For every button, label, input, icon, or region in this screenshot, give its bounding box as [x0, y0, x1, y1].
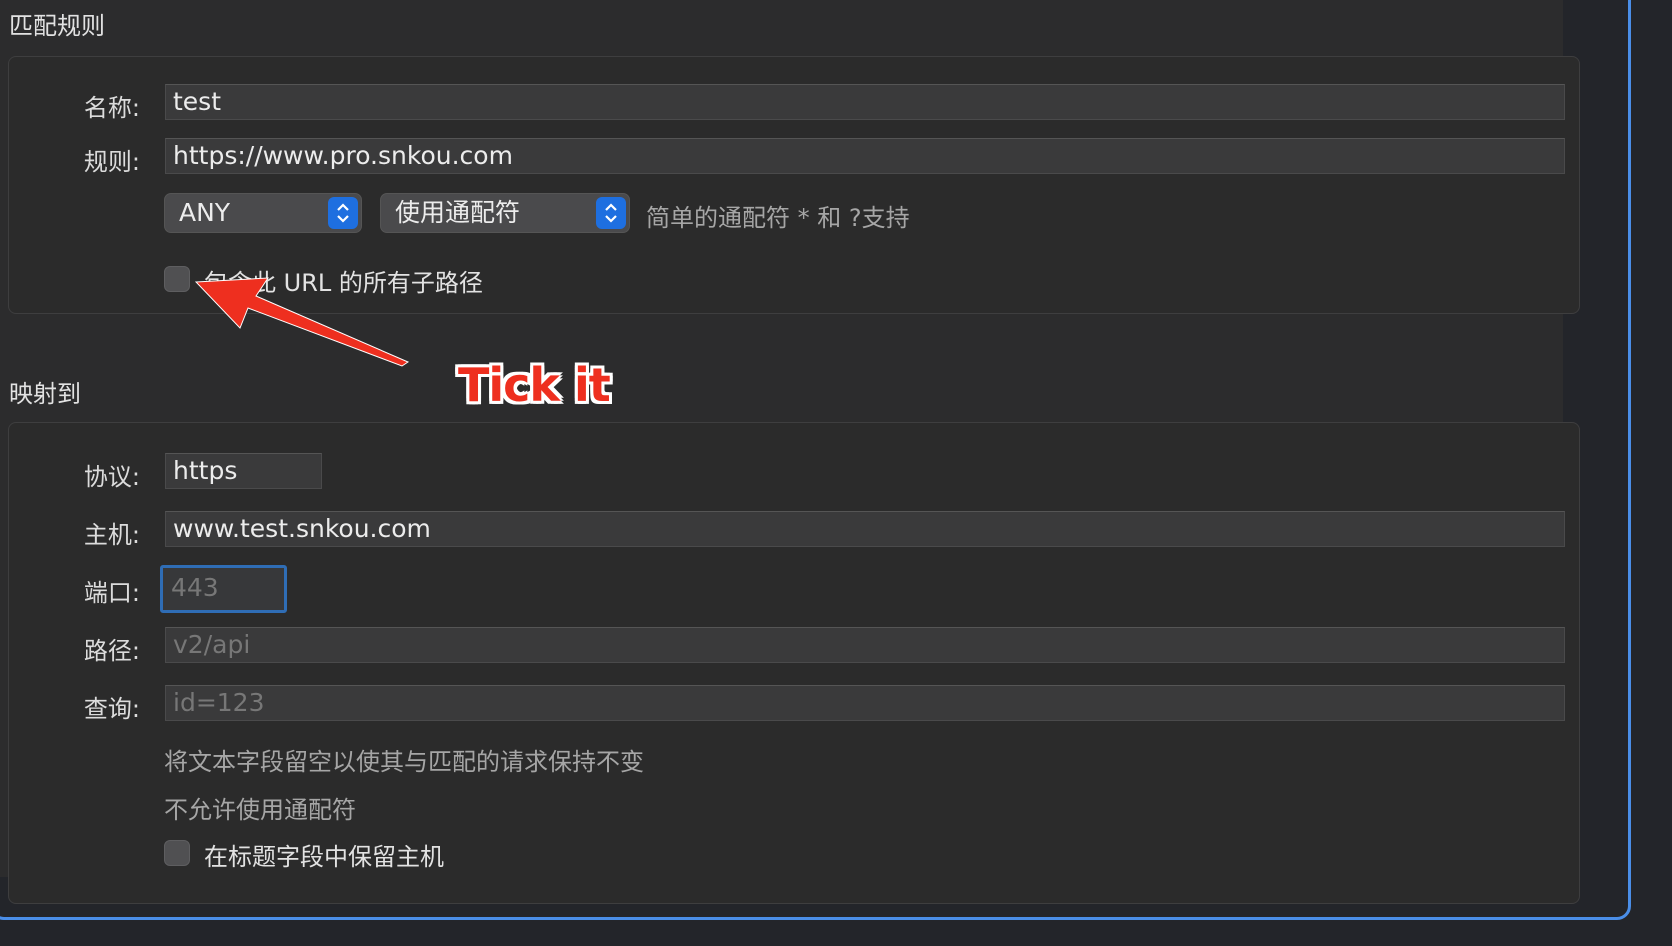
query-label: 查询:: [83, 695, 140, 723]
rule-field[interactable]: https://www.pro.snkou.com: [165, 138, 1565, 174]
tick-it-annotation: Tick it: [458, 358, 611, 412]
no-wildcards-note: 不允许使用通配符: [164, 796, 356, 824]
up-down-stepper-icon: [596, 197, 626, 229]
match-rule-title: 匹配规则: [9, 12, 105, 40]
map-to-title: 映射到: [9, 380, 81, 408]
port-field[interactable]: 443: [160, 565, 287, 613]
path-field[interactable]: v2/api: [165, 627, 1565, 663]
name-field[interactable]: test: [165, 84, 1565, 120]
red-arrow-icon: [194, 277, 410, 367]
preserve-host-label[interactable]: 在标题字段中保留主机: [204, 837, 444, 872]
query-field[interactable]: id=123: [165, 685, 1565, 721]
path-label: 路径:: [83, 637, 140, 665]
method-select-value: ANY: [179, 198, 231, 227]
host-field[interactable]: www.test.snkou.com: [165, 511, 1565, 547]
wildcard-select[interactable]: 使用通配符: [380, 193, 630, 233]
protocol-field[interactable]: https: [165, 453, 322, 489]
wildcard-select-value: 使用通配符: [395, 198, 521, 227]
host-label: 主机:: [83, 521, 140, 549]
empty-fields-note: 将文本字段留空以使其与匹配的请求保持不变: [164, 748, 644, 776]
up-down-stepper-icon: [328, 197, 358, 229]
port-label: 端口:: [83, 579, 140, 607]
settings-panel: 匹配规则 名称: test 规则: https://www.pro.snkou.…: [0, 0, 1580, 904]
wildcard-hint: 简单的通配符 * 和 ?支持: [646, 204, 910, 232]
rule-label: 规则:: [83, 148, 140, 176]
include-subpaths-checkbox[interactable]: [164, 266, 190, 292]
preserve-host-checkbox[interactable]: [164, 840, 190, 866]
name-label: 名称:: [83, 94, 140, 122]
protocol-label: 协议:: [83, 463, 140, 491]
method-select[interactable]: ANY: [164, 193, 362, 233]
map-to-group: [8, 422, 1580, 904]
